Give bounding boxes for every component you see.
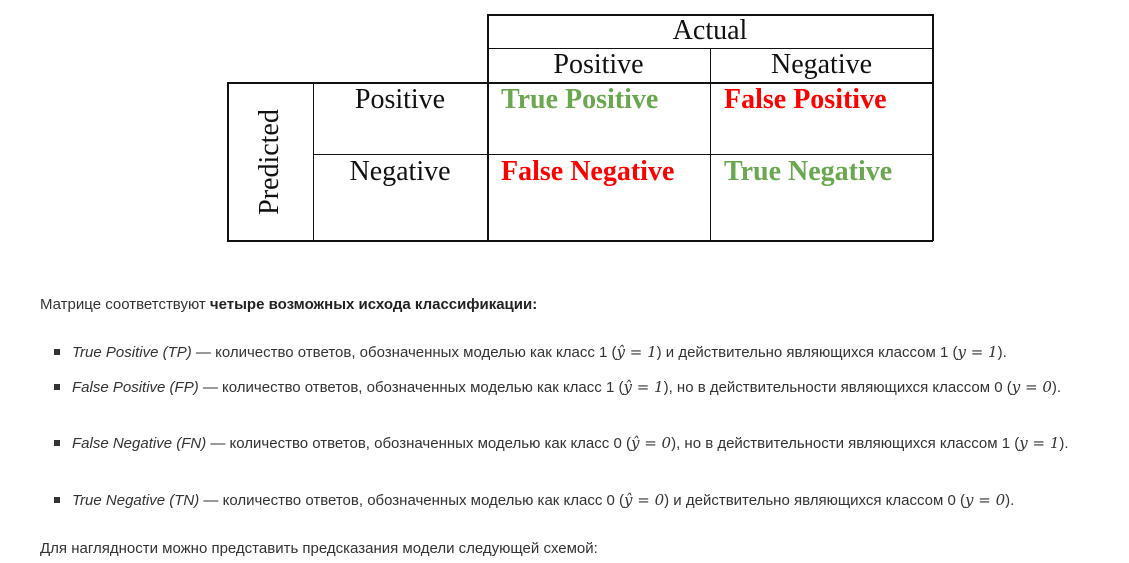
item-text: ) и действительно являющихся классом 1 ( [656,344,958,361]
cell-false-positive: False Positive [724,84,887,115]
bullet-icon [54,384,60,390]
item-text: ) и действительно являющихся классом 0 ( [664,492,965,509]
intro-text: Матрице соответствуют [40,296,210,313]
col-header-negative: Negative [770,49,873,80]
intro-paragraph: Матрице соответствуют четыре возможных и… [40,294,537,316]
item-text: ), но в действительности являющихся клас… [671,435,1020,452]
predicted-label: Predicted [254,108,285,215]
math-expression: y = 1 [1019,434,1060,452]
math-expression: y = 0 [1011,378,1052,396]
outro-paragraph: Для наглядности можно представить предск… [40,540,598,557]
row-header-positive: Positive [354,84,446,115]
item-text: — количество ответов, обозначенных модел… [191,344,617,361]
grid-line [313,154,933,155]
math-expression: ŷ = 0 [624,491,665,509]
list-item: True Positive (TP) — количество ответов,… [72,340,1007,365]
item-text: — количество ответов, обозначенных модел… [199,492,625,509]
bullet-icon [54,497,60,503]
list-item: False Positive (FP) — количество ответов… [72,375,1122,400]
item-text: ). [1005,492,1015,509]
item-text: ). [997,344,1007,361]
math-expression: y = 1 [957,343,998,361]
predicted-label-box: Predicted [227,83,313,240]
actual-label: Actual [672,15,748,46]
list-item: False Negative (FN) — количество ответов… [72,431,1122,456]
item-text: — количество ответов, обозначенных модел… [198,379,624,396]
term: False Negative (FN) [72,435,207,452]
item-text: ), но в действительности являющихся клас… [663,379,1012,396]
bullet-icon [54,349,60,355]
cell-true-negative: True Negative [724,156,893,187]
confusion-matrix: Actual Positive Negative Positive Negati… [0,0,1129,250]
math-expression: ŷ = 1 [616,343,657,361]
grid-line [487,14,489,241]
item-text: ). [1051,379,1062,396]
math-expression: ŷ = 1 [623,378,664,396]
cell-true-positive: True Positive [501,84,659,115]
grid-line [227,240,933,242]
item-text: — количество ответов, обозначенных модел… [206,435,631,452]
term: True Negative (TN) [72,492,200,509]
grid-line [932,14,934,241]
term: False Positive (FP) [72,379,199,396]
intro-bold-text: четыре возможных исхода классификации: [209,296,538,313]
col-header-positive: Positive [553,49,644,80]
row-header-negative: Negative [349,156,451,187]
term: True Positive (TP) [72,344,192,361]
item-text: ). [1059,435,1069,452]
list-item: True Negative (TN) — количество ответов,… [72,488,1014,513]
bullet-icon [54,440,60,446]
cell-false-negative: False Negative [501,156,675,187]
math-expression: ŷ = 0 [630,434,672,452]
math-expression: y = 0 [964,491,1006,509]
